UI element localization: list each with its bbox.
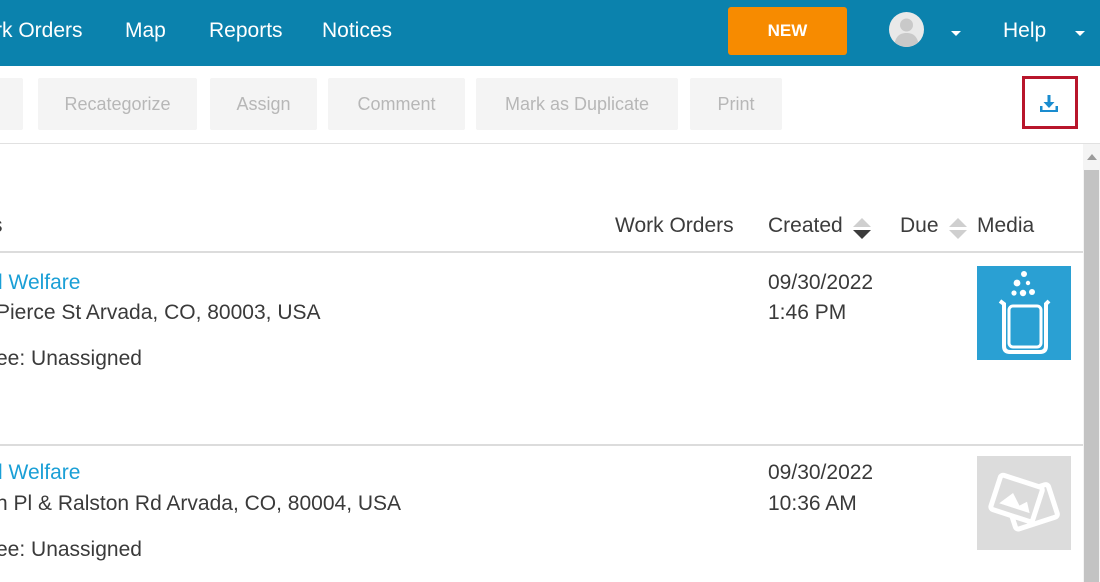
row-divider <box>0 444 1083 446</box>
toolbar-button-clipped[interactable] <box>0 78 23 130</box>
nav-help[interactable]: Help <box>1003 19 1046 43</box>
row-2-assignee: ee: Unassigned <box>0 538 142 561</box>
due-sort-icon[interactable] <box>948 216 968 244</box>
row-1-created-time: 1:46 PM <box>768 301 847 324</box>
user-menu-chevron-down-icon[interactable] <box>951 31 961 36</box>
new-button[interactable]: NEW <box>728 7 847 55</box>
row-1-assignee: ee: Unassigned <box>0 347 142 370</box>
row-1-media-thumbnail[interactable] <box>977 266 1071 360</box>
nav-map[interactable]: Map <box>125 19 166 43</box>
row-1-created-date: 09/30/2022 <box>768 271 874 294</box>
comment-button[interactable]: Comment <box>328 78 465 130</box>
column-header-created[interactable]: Created <box>768 214 843 238</box>
row-1-category-link[interactable]: l Welfare <box>0 271 80 295</box>
row-2-category-link[interactable]: l Welfare <box>0 461 80 485</box>
mark-as-duplicate-button[interactable]: Mark as Duplicate <box>476 78 678 130</box>
user-icon <box>894 18 919 47</box>
user-avatar[interactable] <box>889 12 924 47</box>
header-divider <box>0 251 1083 253</box>
column-header-clipped[interactable]: s <box>0 214 3 238</box>
created-sort-icon[interactable] <box>852 216 872 244</box>
assign-button[interactable]: Assign <box>210 78 317 130</box>
column-header-media[interactable]: Media <box>977 214 1034 238</box>
top-nav-bar: rk Orders Map Reports Notices NEW Help <box>0 0 1100 66</box>
row-2-media-thumbnail[interactable] <box>977 456 1071 550</box>
nav-notices[interactable]: Notices <box>322 19 392 43</box>
column-header-due[interactable]: Due <box>900 214 939 238</box>
export-download-button[interactable] <box>1022 76 1078 129</box>
row-1-address: Pierce St Arvada, CO, 80003, USA <box>0 301 321 324</box>
column-header-work-orders[interactable]: Work Orders <box>615 214 734 238</box>
vertical-scrollbar[interactable] <box>1083 144 1100 582</box>
recategorize-button[interactable]: Recategorize <box>38 78 197 130</box>
scroll-up-arrow-icon[interactable] <box>1087 154 1097 160</box>
row-2-created-time: 10:36 AM <box>768 492 857 515</box>
scrollbar-thumb[interactable] <box>1084 170 1099 582</box>
beaker-icon <box>998 271 1051 354</box>
help-menu-chevron-down-icon[interactable] <box>1075 31 1085 36</box>
nav-reports[interactable]: Reports <box>209 19 283 43</box>
row-2-created-date: 09/30/2022 <box>768 461 874 484</box>
photos-placeholder-icon <box>988 472 1060 532</box>
nav-work-orders[interactable]: rk Orders <box>0 19 83 43</box>
download-icon <box>1040 95 1058 112</box>
action-toolbar: Recategorize Assign Comment Mark as Dupl… <box>0 66 1100 144</box>
print-button[interactable]: Print <box>690 78 782 130</box>
row-2-address: n Pl & Ralston Rd Arvada, CO, 80004, USA <box>0 492 402 515</box>
